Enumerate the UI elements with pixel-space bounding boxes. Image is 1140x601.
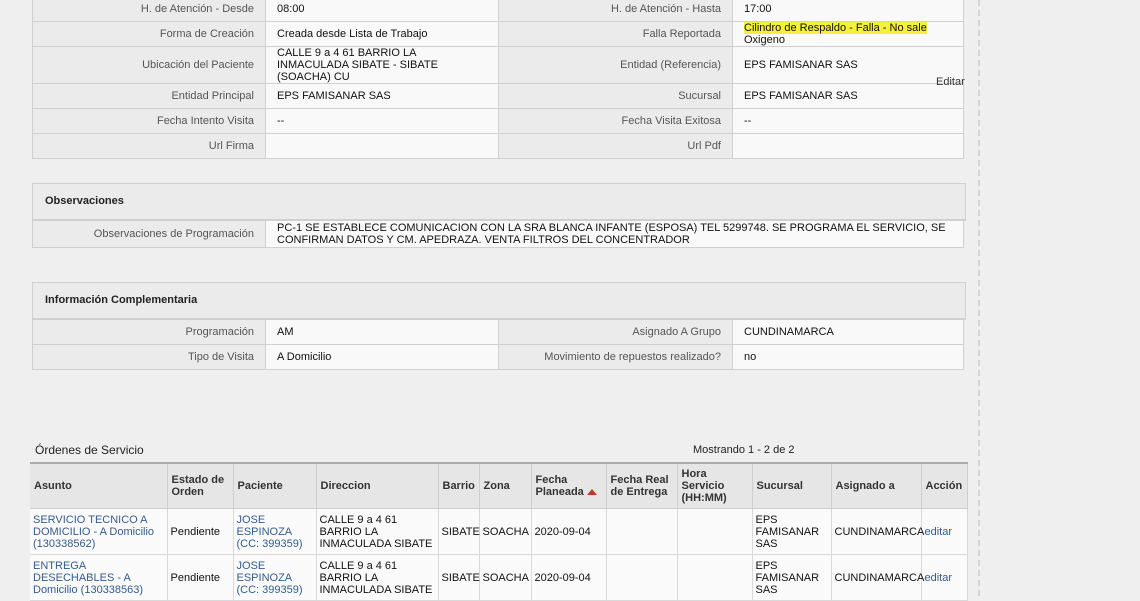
orders-title: Órdenes de Servicio: [35, 443, 144, 457]
section-title: Información Complementaria: [33, 283, 965, 319]
column-header-direccion[interactable]: Direccion: [316, 462, 439, 509]
field-value: EPS FAMISANAR SAS: [732, 83, 964, 109]
observations-table: Observaciones de Programación PC-1 SE ES…: [32, 220, 964, 248]
cell-asignado: CUNDINAMARCA: [831, 508, 924, 555]
field-value: CALLE 9 a 4 61 BARRIO LA INMACULADA SIBA…: [265, 46, 499, 84]
detail-row: Observaciones de Programación PC-1 SE ES…: [32, 220, 964, 248]
detail-row: Tipo de Visita A Domicilio Movimiento de…: [32, 344, 964, 370]
detail-row: Url Firma Url Pdf: [32, 133, 964, 159]
table-header-row: Asunto Estado de Orden Paciente Direccio…: [30, 462, 968, 509]
orders-table: Asunto Estado de Orden Paciente Direccio…: [30, 462, 968, 601]
field-label: Fecha Visita Exitosa: [498, 108, 733, 134]
detail-row: Programación AM Asignado A Grupo CUNDINA…: [32, 319, 964, 345]
field-label: Tipo de Visita: [32, 344, 266, 370]
field-label: Falla Reportada: [498, 21, 733, 47]
complementary-section: Información Complementaria: [32, 282, 966, 320]
field-label: Entidad (Referencia): [498, 46, 733, 84]
detail-row: Ubicación del Paciente CALLE 9 a 4 61 BA…: [32, 46, 964, 84]
detail-row: H. de Atención - Desde 08:00 H. de Atenc…: [32, 0, 964, 22]
field-value: no: [732, 344, 964, 370]
cell-estado: Pendiente: [167, 554, 234, 601]
cell-asignado: CUNDINAMARCA: [831, 554, 924, 601]
field-label: H. de Atención - Hasta: [498, 0, 733, 22]
cell-direccion: CALLE 9 a 4 61 BARRIO LA INMACULADA SIBA…: [316, 508, 439, 555]
field-label: Programación: [32, 319, 266, 345]
cell-barrio: SIBATE: [438, 508, 480, 555]
field-label: Observaciones de Programación: [32, 220, 266, 248]
edit-link[interactable]: Editar: [936, 76, 965, 88]
cell-fecha-real: [606, 508, 678, 555]
url-firma-value[interactable]: [265, 133, 499, 159]
cell-fecha-planeada: 2020-09-04: [531, 508, 607, 555]
detail-row: Forma de Creación Creada desde Lista de …: [32, 21, 964, 47]
field-label: Entidad Principal: [32, 83, 266, 109]
field-value: EPS FAMISANAR SAS: [732, 46, 964, 84]
section-title: Observaciones: [33, 184, 965, 220]
column-header-label: Fecha Planeada: [535, 474, 584, 498]
column-header-asignado[interactable]: Asignado a: [831, 462, 922, 509]
field-label: Ubicación del Paciente: [32, 46, 266, 84]
column-header-estado[interactable]: Estado de Orden: [167, 462, 234, 509]
sort-ascending-icon: [586, 489, 597, 496]
cell-hora: [677, 554, 753, 601]
column-header-asunto[interactable]: Asunto: [30, 462, 168, 509]
field-value: Creada desde Lista de Trabajo: [265, 21, 499, 47]
cell-fecha-planeada: 2020-09-04: [531, 554, 607, 601]
field-label: Movimiento de repuestos realizado?: [498, 344, 733, 370]
cell-asunto[interactable]: ENTREGA DESECHABLES - A Domicilio (13033…: [30, 554, 168, 601]
pagination-info: Mostrando 1 - 2 de 2: [693, 444, 795, 456]
page-divider: [978, 0, 980, 596]
highlighted-text: Cilindro de Respaldo - Falla - No sale: [744, 22, 927, 34]
field-value: --: [265, 108, 499, 134]
cell-barrio: SIBATE: [438, 554, 480, 601]
field-value: A Domicilio: [265, 344, 499, 370]
cell-hora: [677, 508, 753, 555]
field-label: Asignado A Grupo: [498, 319, 733, 345]
field-label: Sucursal: [498, 83, 733, 109]
column-header-hora[interactable]: Hora Servicio (HH:MM): [677, 462, 753, 509]
field-value: AM: [265, 319, 499, 345]
service-detail-table: H. de Atención - Desde 08:00 H. de Atenc…: [32, 0, 964, 159]
detail-row: Entidad Principal EPS FAMISANAR SAS Sucu…: [32, 83, 964, 109]
cell-zona: SOACHA: [479, 508, 532, 555]
field-value: EPS FAMISANAR SAS: [265, 83, 499, 109]
cell-paciente[interactable]: JOSE ESPINOZA (CC: 399359): [233, 508, 317, 555]
field-value: CUNDINAMARCA: [732, 319, 964, 345]
column-header-zona[interactable]: Zona: [479, 462, 532, 509]
reported-fault-value: Cilindro de Respaldo - Falla - No sale Ox…: [732, 21, 964, 47]
field-label: Url Firma: [32, 133, 266, 159]
field-label: Fecha Intento Visita: [32, 108, 266, 134]
cell-estado: Pendiente: [167, 508, 234, 555]
edit-order-link[interactable]: editar: [921, 508, 968, 555]
field-value: 17:00: [732, 0, 964, 22]
column-header-sucursal[interactable]: Sucursal: [752, 462, 832, 509]
observations-section: Observaciones: [32, 183, 966, 221]
field-value: --: [732, 108, 964, 134]
edit-order-link[interactable]: editar: [921, 554, 968, 601]
url-pdf-value[interactable]: [732, 133, 964, 159]
cell-sucursal: EPS FAMISANAR SAS: [752, 554, 832, 601]
complementary-table: Programación AM Asignado A Grupo CUNDINA…: [32, 319, 964, 370]
cell-asunto[interactable]: SERVICIO TECNICO A DOMICILIO - A Domicil…: [30, 508, 168, 555]
observations-text: PC-1 SE ESTABLECE COMUNICACION CON LA SR…: [265, 220, 964, 248]
column-header-barrio[interactable]: Barrio: [438, 462, 480, 509]
column-header-accion: Acción: [921, 462, 968, 509]
column-header-fecha-real[interactable]: Fecha Real de Entrega: [606, 462, 678, 509]
field-label: Forma de Creación: [32, 21, 266, 47]
table-row: ENTREGA DESECHABLES - A Domicilio (13033…: [30, 554, 968, 601]
cell-sucursal: EPS FAMISANAR SAS: [752, 508, 832, 555]
field-label: H. de Atención - Desde: [32, 0, 266, 22]
column-header-fecha-planeada[interactable]: Fecha Planeada: [531, 462, 607, 509]
field-label: Url Pdf: [498, 133, 733, 159]
cell-direccion: CALLE 9 a 4 61 BARRIO LA INMACULADA SIBA…: [316, 554, 439, 601]
cell-fecha-real: [606, 554, 678, 601]
field-value: Oxigeno: [744, 34, 785, 46]
cell-zona: SOACHA: [479, 554, 532, 601]
cell-paciente[interactable]: JOSE ESPINOZA (CC: 399359): [233, 554, 317, 601]
column-header-paciente[interactable]: Paciente: [233, 462, 317, 509]
detail-row: Fecha Intento Visita -- Fecha Visita Exi…: [32, 108, 964, 134]
table-row: SERVICIO TECNICO A DOMICILIO - A Domicil…: [30, 508, 968, 555]
field-value: 08:00: [265, 0, 499, 22]
